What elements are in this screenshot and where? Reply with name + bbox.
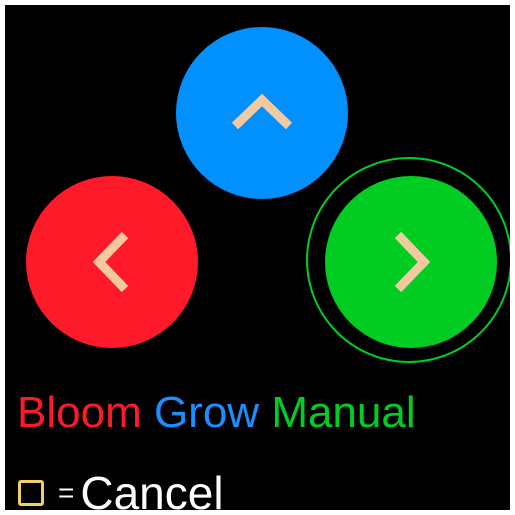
equals-sign: = (58, 477, 75, 508)
square-icon (18, 480, 44, 506)
chevron-up-icon (231, 93, 293, 130)
chevron-right-icon (394, 231, 431, 293)
mode-bloom-label[interactable]: Bloom (17, 388, 142, 437)
mode-grow-label[interactable]: Grow (154, 388, 259, 437)
up-button[interactable] (176, 27, 348, 199)
mode-manual-label[interactable]: Manual (271, 388, 415, 437)
left-button[interactable] (26, 176, 198, 348)
chevron-left-icon (92, 231, 129, 293)
mode-labels: Bloom Grow Manual (17, 388, 416, 438)
cancel-legend: = Cancel (17, 467, 224, 510)
mode-select-screen: Bloom Grow Manual = Cancel (5, 5, 510, 510)
cancel-label: Cancel (80, 467, 224, 510)
right-button[interactable] (325, 176, 497, 348)
